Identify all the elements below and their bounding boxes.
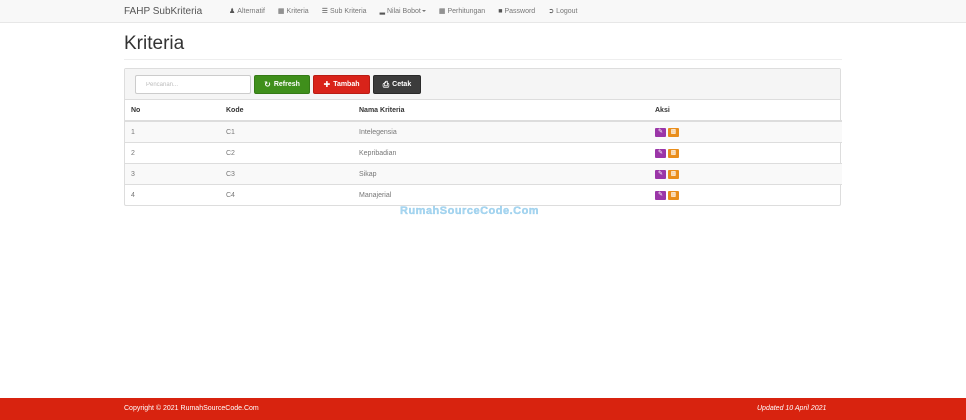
column-header-aksi: Aksi (649, 100, 842, 122)
edit-icon[interactable]: ✎ (655, 127, 666, 137)
footer-updated: Updated 10 April 2021 (757, 405, 827, 412)
user-icon: ♟ (229, 8, 236, 15)
tambah-label: Tambah (333, 81, 360, 88)
trash-icon[interactable]: ▩ (668, 127, 679, 137)
trash-icon[interactable]: ▩ (668, 169, 679, 179)
footer: Copyright © 2021 RumahSourceCode.Com Upd… (0, 398, 966, 420)
table-header-row: No Kode Nama Kriteria Aksi (125, 100, 842, 122)
nav-item-alternatif[interactable]: ♟ Alternatif (229, 7, 265, 16)
column-header-no: No (125, 100, 220, 122)
cell-aksi: ✎ ▩ (649, 163, 842, 185)
panel-toolbar: ↻ Refresh ✚ Tambah ⎙ Cetak (125, 69, 840, 100)
nav-item-label: Perhitungan (447, 7, 486, 15)
refresh-icon: ↻ (264, 80, 271, 89)
cell-no: 3 (125, 163, 220, 185)
table-row: 4 C4 Manajerial ✎ ▩ (125, 184, 842, 205)
cell-no: 1 (125, 120, 220, 143)
cell-nama-kriteria: Kepribadian (353, 142, 649, 164)
cetak-label: Cetak (392, 81, 412, 88)
cell-nama-kriteria: Intelegensia (353, 120, 649, 143)
cell-nama-kriteria: Sikap (353, 163, 649, 185)
nav-item-kriteria[interactable]: ▦ Kriteria (277, 7, 309, 16)
nav-item-label: Sub Kriteria (330, 7, 367, 15)
trash-icon[interactable]: ▩ (668, 190, 679, 200)
table-row: 2 C2 Kepribadian ✎ ▩ (125, 142, 842, 164)
kriteria-table: No Kode Nama Kriteria Aksi 1 C1 Intelege… (125, 100, 842, 205)
nav-item-label: Password (504, 7, 536, 15)
refresh-label: Refresh (273, 81, 300, 88)
footer-copyright: Copyright © 2021 RumahSourceCode.Com (124, 405, 259, 412)
caret-down-icon (421, 10, 426, 12)
navbar-brand[interactable]: FAHP SubKriteria (124, 6, 202, 17)
tambah-button[interactable]: ✚ Tambah (313, 75, 370, 94)
navbar: FAHP SubKriteria ♟ Alternatif ▦ Kriteria… (0, 0, 966, 23)
list-icon: ☰ (321, 8, 328, 15)
print-icon: ⎙ (382, 79, 390, 89)
nav-item-perhitungan[interactable]: ▦ Perhitungan (438, 7, 486, 16)
page-title: Kriteria (124, 33, 185, 54)
nav-item-password[interactable]: ■ Password (498, 7, 535, 15)
nav-item-sub-kriteria[interactable]: ☰ Sub Kriteria (321, 7, 367, 16)
watermark: RumahSourceCode.Com (400, 205, 540, 217)
edit-icon[interactable]: ✎ (655, 148, 666, 158)
cell-kode: C1 (220, 120, 353, 143)
plus-icon: ✚ (323, 80, 331, 89)
table-row: 3 C3 Sikap ✎ ▩ (125, 163, 842, 185)
log-out-icon: ➲ (548, 8, 555, 15)
kriteria-panel: ↻ Refresh ✚ Tambah ⎙ Cetak No Kode Nama … (124, 68, 842, 206)
cell-no: 4 (125, 184, 220, 205)
search-input[interactable] (135, 75, 251, 94)
nav-item-nilai-bobot[interactable]: ▂ Nilai Bobot (380, 7, 426, 15)
nav-item-label: Nilai Bobot (386, 7, 421, 15)
cell-aksi: ✎ ▩ (649, 120, 842, 143)
signal-icon: ▂ (379, 8, 385, 15)
nav-item-label: Alternatif (237, 7, 265, 15)
nav-item-label: Logout (556, 7, 578, 15)
refresh-button[interactable]: ↻ Refresh (254, 75, 310, 94)
column-header-kode: Kode (220, 100, 353, 122)
nav-item-label: Kriteria (286, 7, 309, 15)
title-divider (124, 59, 842, 60)
column-header-nama-kriteria: Nama Kriteria (353, 100, 649, 122)
cell-kode: C4 (220, 184, 353, 205)
cell-aksi: ✎ ▩ (649, 184, 842, 205)
cell-aksi: ✎ ▩ (649, 142, 842, 164)
cetak-button[interactable]: ⎙ Cetak (373, 75, 421, 94)
edit-icon[interactable]: ✎ (655, 190, 666, 200)
cell-nama-kriteria: Manajerial (353, 184, 649, 205)
th-large-icon: ▦ (277, 8, 285, 15)
nav-menu: ♟ Alternatif ▦ Kriteria ☰ Sub Kriteria ▂… (229, 7, 590, 16)
calendar-icon: ▦ (438, 8, 446, 15)
cell-kode: C3 (220, 163, 353, 185)
edit-icon[interactable]: ✎ (655, 169, 666, 179)
nav-item-logout[interactable]: ➲ Logout (548, 7, 578, 16)
cell-kode: C2 (220, 142, 353, 164)
table-row: 1 C1 Intelegensia ✎ ▩ (125, 120, 842, 143)
lock-icon: ■ (498, 7, 503, 15)
trash-icon[interactable]: ▩ (668, 148, 679, 158)
cell-no: 2 (125, 142, 220, 164)
